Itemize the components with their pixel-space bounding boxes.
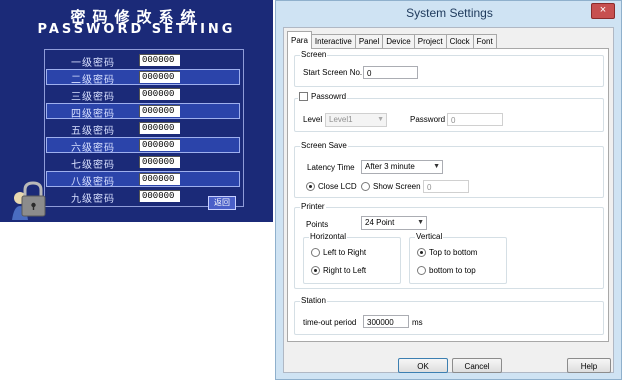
vertical-group: Vertical Top to bottom bottom to top — [409, 232, 507, 284]
show-screen-radio[interactable] — [361, 182, 370, 191]
hmi-row: 一级密码 000000 — [47, 53, 239, 69]
hmi-row-label: 六级密码 — [71, 143, 115, 154]
hmi-row: 三级密码 000000 — [47, 87, 239, 103]
horizontal-group: Horizontal Left to Right Right to Left — [303, 232, 401, 284]
hmi-row-label: 五级密码 — [71, 126, 115, 137]
tab-para[interactable]: Para — [287, 31, 312, 49]
hmi-row: 七级密码 000000 — [47, 155, 239, 171]
latency-label: Latency Time — [307, 163, 355, 172]
hmi-row-label: 七级密码 — [71, 160, 115, 171]
password-check-wrap: Passowrd — [298, 92, 348, 101]
tab-device[interactable]: Device — [382, 34, 415, 49]
chevron-down-icon: ▼ — [433, 163, 440, 170]
left-to-right-radio[interactable] — [311, 248, 320, 257]
right-to-left-label: Right to Left — [323, 266, 367, 275]
hmi-row: 八级密码 000000 — [46, 171, 240, 188]
ok-button[interactable]: OK — [398, 358, 448, 373]
hmi-row-label: 四级密码 — [71, 109, 115, 120]
chevron-down-icon: ▼ — [417, 219, 424, 226]
screen-group: Screen Start Screen No. 0 — [294, 50, 604, 87]
printer-group-label: Printer — [300, 202, 326, 211]
hmi-password-screen: 密码修改系统 PASSWORD SETTING 一级密码 000000 二级密码… — [0, 0, 273, 222]
screen-save-group: Screen Save Latency Time After 3 minute … — [294, 141, 604, 198]
level-select[interactable]: Level1 ▼ — [325, 113, 387, 127]
screen-save-group-label: Screen Save — [300, 141, 348, 150]
hmi-password-input[interactable]: 000000 — [139, 88, 180, 100]
close-lcd-radio[interactable] — [306, 182, 315, 191]
show-screen-label: Show Screen — [373, 182, 421, 191]
hmi-password-input[interactable]: 000000 — [139, 105, 180, 117]
close-button[interactable]: × — [591, 3, 615, 19]
tab-bar: Para Interactive Panel Device Project Cl… — [287, 31, 497, 49]
points-label: Points — [306, 220, 329, 229]
tab-clock[interactable]: Clock — [445, 34, 474, 49]
hmi-password-input[interactable]: 000000 — [139, 139, 180, 151]
bottom-to-top-radio[interactable] — [417, 266, 426, 275]
hmi-password-list: 一级密码 000000 二级密码 000000 三级密码 000000 四级密码… — [44, 49, 244, 207]
tab-font[interactable]: Font — [472, 34, 497, 49]
hmi-password-input[interactable]: 000000 — [139, 190, 180, 202]
timeout-input[interactable]: 300000 — [363, 315, 409, 328]
hmi-row: 六级密码 000000 — [46, 137, 240, 154]
hmi-row-label: 二级密码 — [71, 75, 115, 86]
top-to-bottom-radio[interactable] — [417, 248, 426, 257]
right-to-left-radio[interactable] — [311, 266, 320, 275]
show-screen-input[interactable]: 0 — [423, 180, 469, 193]
hmi-row: 二级密码 000000 — [46, 69, 240, 86]
tab-interactive[interactable]: Interactive — [310, 34, 356, 49]
help-button[interactable]: Help — [567, 358, 611, 373]
vertical-group-label: Vertical — [415, 232, 444, 241]
start-screen-input[interactable]: 0 — [363, 66, 418, 79]
screen-group-label: Screen — [300, 50, 328, 59]
password-group: Passowrd Level Level1 ▼ Password 0 — [294, 92, 604, 132]
left-to-right-label: Left to Right — [323, 248, 367, 257]
chevron-down-icon: ▼ — [377, 116, 384, 123]
latency-select-value: After 3 minute — [365, 162, 415, 171]
hmi-row-label: 一级密码 — [71, 58, 115, 69]
dialog-title: System Settings — [406, 6, 493, 20]
latency-select[interactable]: After 3 minute ▼ — [361, 160, 443, 174]
cancel-button[interactable]: Cancel — [452, 358, 502, 373]
hmi-password-input[interactable]: 000000 — [139, 54, 180, 66]
tab-panel[interactable]: Panel — [354, 34, 384, 49]
horizontal-group-label: Horizontal — [309, 232, 348, 241]
password-checkbox[interactable] — [299, 92, 308, 101]
level-label: Level — [303, 115, 323, 124]
hmi-row: 四级密码 000000 — [46, 103, 240, 120]
password-input[interactable]: 0 — [447, 113, 503, 126]
station-group: Station time-out period 300000 ms — [294, 296, 604, 335]
bottom-to-top-label: bottom to top — [429, 266, 476, 275]
hmi-title-en: PASSWORD SETTING — [37, 22, 236, 37]
return-button[interactable]: 返回 — [208, 196, 236, 210]
hmi-row-label: 八级密码 — [71, 177, 115, 188]
hmi-row-label: 三级密码 — [71, 92, 115, 103]
hmi-password-input[interactable]: 000000 — [139, 71, 180, 83]
points-select[interactable]: 24 Point ▼ — [361, 216, 427, 230]
level-select-value: Level1 — [329, 115, 353, 124]
tab-project[interactable]: Project — [413, 34, 447, 49]
system-settings-dialog: System Settings × Para Interactive Panel… — [275, 0, 622, 380]
hmi-password-input[interactable]: 000000 — [139, 122, 180, 134]
dialog-client: Para Interactive Panel Device Project Cl… — [283, 27, 614, 373]
top-to-bottom-label: Top to bottom — [429, 248, 478, 257]
tab-page-para: Screen Start Screen No. 0 Passowrd Level… — [287, 48, 609, 342]
password-label: Password — [410, 115, 446, 124]
hmi-password-input[interactable]: 000000 — [139, 156, 180, 168]
timeout-label: time-out period — [303, 318, 357, 327]
points-select-value: 24 Point — [365, 218, 395, 227]
start-screen-label: Start Screen No. — [303, 68, 363, 77]
hmi-row-label: 九级密码 — [71, 194, 115, 205]
password-check-label: Passowrd — [311, 92, 347, 101]
station-group-label: Station — [300, 296, 327, 305]
hmi-password-input[interactable]: 000000 — [139, 173, 180, 185]
close-lcd-label: Close LCD — [318, 182, 357, 191]
timeout-unit: ms — [412, 318, 423, 327]
hmi-row: 五级密码 000000 — [47, 121, 239, 137]
lock-icon — [12, 181, 46, 220]
printer-group: Printer Points 24 Point ▼ Horizontal Lef… — [294, 202, 604, 289]
